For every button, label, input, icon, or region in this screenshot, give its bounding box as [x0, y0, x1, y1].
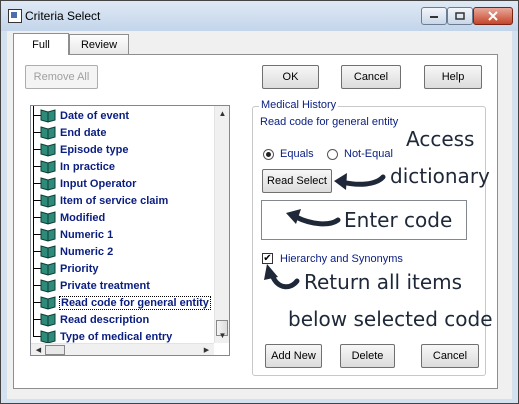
- annotation-return-all: Return all items: [304, 270, 463, 294]
- annotation-dictionary: dictionary: [390, 164, 490, 188]
- annotation-enter-code: Enter code: [344, 208, 453, 232]
- tab-full[interactable]: Full: [13, 33, 69, 55]
- annotation-arrows: [264, 173, 386, 290]
- tab-full-label: Full: [32, 38, 50, 51]
- arrow-access-dictionary: [339, 174, 386, 187]
- arrow-enter-code: [293, 214, 341, 227]
- annotation-below-selected: below selected code: [288, 307, 493, 331]
- annotation-access: Access: [406, 127, 475, 151]
